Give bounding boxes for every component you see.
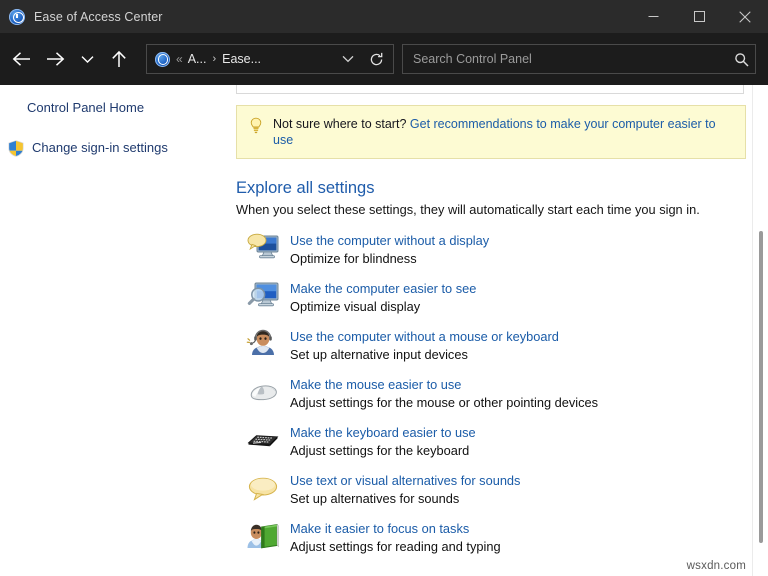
navigation-bar: « A... › Ease... xyxy=(0,33,768,85)
setting-link[interactable]: Use text or visual alternatives for soun… xyxy=(290,472,520,489)
chevron-down-icon[interactable] xyxy=(335,46,361,72)
setting-description: Optimize visual display xyxy=(290,299,421,314)
tip-prompt: Not sure where to start? xyxy=(273,117,407,131)
minimize-button[interactable] xyxy=(630,0,676,33)
address-bar[interactable]: « A... › Ease... xyxy=(146,44,394,74)
list-item-texts: Make the keyboard easier to use Adjust s… xyxy=(290,423,476,460)
list-item[interactable]: Make the computer easier to see Optimize… xyxy=(236,279,746,316)
title-bar: Ease of Access Center xyxy=(0,0,768,33)
list-item-texts: Use text or visual alternatives for soun… xyxy=(290,471,520,508)
window-title: Ease of Access Center xyxy=(34,9,163,24)
clipped-panel-above xyxy=(236,85,744,94)
maximize-button[interactable] xyxy=(676,0,722,33)
search-box[interactable] xyxy=(402,44,756,74)
mouse-icon xyxy=(246,375,280,409)
recommendation-tip-bar: Not sure where to start? Get recommendat… xyxy=(236,105,746,159)
settings-list: Use the computer without a display Optim… xyxy=(236,231,746,556)
list-item[interactable]: Use text or visual alternatives for soun… xyxy=(236,471,746,508)
page-subtitle: When you select these settings, they wil… xyxy=(236,202,700,217)
close-button[interactable] xyxy=(722,0,768,33)
monitor-magnifier-icon xyxy=(246,279,280,313)
setting-link[interactable]: Make the computer easier to see xyxy=(290,280,476,297)
ease-of-access-icon xyxy=(9,8,25,25)
tip-text: Not sure where to start? Get recommendat… xyxy=(273,116,735,148)
page-title: Explore all settings xyxy=(236,179,375,197)
content-area: Not sure where to start? Get recommendat… xyxy=(222,85,768,576)
window-controls xyxy=(630,0,768,33)
back-button[interactable] xyxy=(4,42,38,76)
sidebar-item-label: Control Panel Home xyxy=(27,100,145,115)
setting-description: Adjust settings for the keyboard xyxy=(290,443,470,458)
lightbulb-icon xyxy=(249,117,263,135)
keyboard-icon xyxy=(246,423,280,457)
list-item[interactable]: Make it easier to focus on tasks Adjust … xyxy=(236,519,746,556)
list-item-texts: Make the mouse easier to use Adjust sett… xyxy=(290,375,598,412)
list-item[interactable]: Make the mouse easier to use Adjust sett… xyxy=(236,375,746,412)
list-item-texts: Make it easier to focus on tasks Adjust … xyxy=(290,519,501,556)
setting-description: Adjust settings for the mouse or other p… xyxy=(290,395,599,410)
setting-link[interactable]: Use the computer without a mouse or keyb… xyxy=(290,328,559,345)
forward-button[interactable] xyxy=(38,42,72,76)
ease-of-access-icon xyxy=(155,51,170,67)
up-button[interactable] xyxy=(102,42,136,76)
sidebar-item-control-panel-home[interactable]: Control Panel Home xyxy=(0,99,222,121)
setting-description: Adjust settings for reading and typing xyxy=(290,539,501,554)
search-input[interactable] xyxy=(413,52,734,66)
list-item-texts: Use the computer without a mouse or keyb… xyxy=(290,327,559,364)
sidebar-item-change-sign-in-settings[interactable]: Change sign-in settings xyxy=(0,139,222,161)
setting-link[interactable]: Make the keyboard easier to use xyxy=(290,424,476,441)
setting-link[interactable]: Use the computer without a display xyxy=(290,232,489,249)
setting-link[interactable]: Make it easier to focus on tasks xyxy=(290,520,501,537)
scrollbar-thumb[interactable] xyxy=(759,231,763,543)
setting-description: Optimize for blindness xyxy=(290,251,417,266)
person-headset-icon xyxy=(246,327,280,361)
monitor-speech-icon xyxy=(246,231,280,265)
ease-of-access-window: Ease of Access Center « A... › Ease... S… xyxy=(0,0,768,576)
sidebar: Control Panel Home Change sign-in settin… xyxy=(0,85,222,576)
breadcrumb-overflow-icon[interactable]: « xyxy=(176,52,183,66)
search-icon[interactable] xyxy=(734,52,749,67)
list-item-texts: Use the computer without a display Optim… xyxy=(290,231,489,268)
list-item-texts: Make the computer easier to see Optimize… xyxy=(290,279,476,316)
speech-bubble-icon xyxy=(246,471,280,505)
vertical-scrollbar[interactable] xyxy=(752,85,768,576)
person-book-icon xyxy=(246,519,280,553)
watermark: wsxdn.com xyxy=(686,560,746,572)
list-item[interactable]: Make the keyboard easier to use Adjust s… xyxy=(236,423,746,460)
breadcrumb-item-1[interactable]: A... xyxy=(188,52,207,66)
window-body: Control Panel Home Change sign-in settin… xyxy=(0,85,768,576)
list-item[interactable]: Use the computer without a mouse or keyb… xyxy=(236,327,746,364)
recent-locations-button[interactable] xyxy=(72,42,102,76)
setting-description: Set up alternative input devices xyxy=(290,347,468,362)
setting-link[interactable]: Make the mouse easier to use xyxy=(290,376,598,393)
sidebar-item-label: Change sign-in settings xyxy=(32,140,168,155)
list-item[interactable]: Use the computer without a display Optim… xyxy=(236,231,746,268)
breadcrumb-item-2[interactable]: Ease... xyxy=(222,52,261,66)
breadcrumb-separator-icon: › xyxy=(212,53,217,65)
setting-description: Set up alternatives for sounds xyxy=(290,491,460,506)
shield-icon xyxy=(8,140,24,157)
refresh-icon[interactable] xyxy=(361,46,391,72)
